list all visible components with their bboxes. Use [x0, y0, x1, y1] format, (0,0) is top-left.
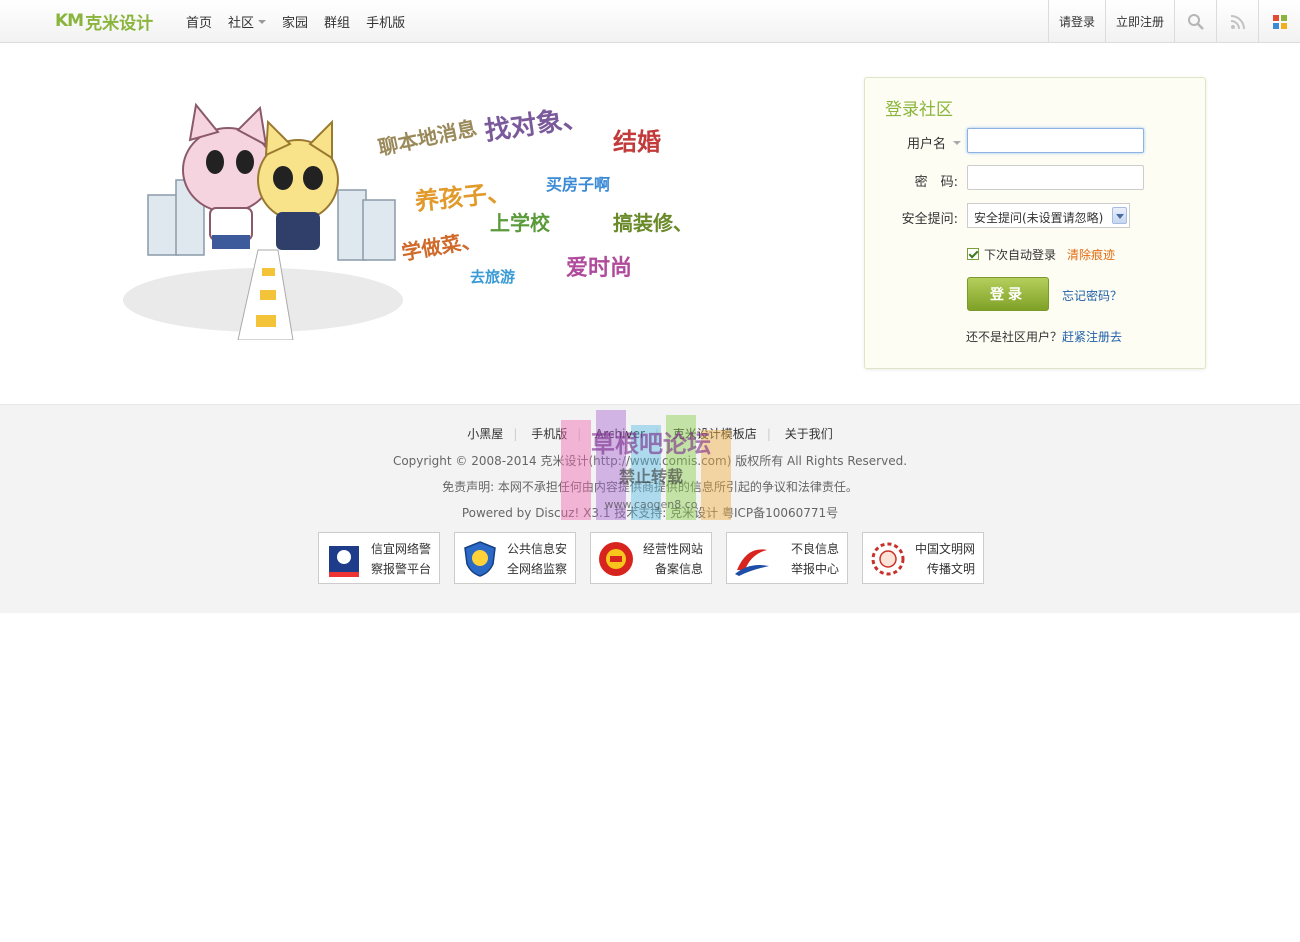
badge-report-line1: 不良信息 [790, 542, 839, 556]
footer-link-about[interactable]: 关于我们 [785, 427, 833, 441]
user-nav: 请登录 立即注册 [1047, 0, 1300, 43]
phrase-buy-house: 买房子啊 [546, 175, 610, 194]
username-label: 用户名 [906, 137, 946, 152]
site-logo[interactable]: KM 克米设计 [55, 10, 154, 34]
certification-badges: 信宜网络警察报警平台 公共信息安全网络监察 经营性网站备案信息 不良信息举报中心… [318, 532, 984, 584]
phrase-cook: 学做菜、 [400, 227, 483, 265]
register-now-link[interactable]: 赶紧注册去 [1062, 330, 1122, 344]
badge-civility-line2: 传播文明 [926, 562, 975, 576]
badge-report-line2: 举报中心 [790, 562, 839, 576]
badge-business-line1: 经营性网站 [642, 542, 703, 556]
badge-security-line2: 全网络监察 [506, 562, 567, 576]
phrase-marry: 结婚 [613, 128, 661, 156]
login-title: 登录社区 [885, 100, 953, 120]
username-input[interactable] [967, 128, 1144, 153]
badge-civility-line1: 中国文明网 [914, 542, 975, 556]
footer: 小黑屋 | 手机版 | Archiver | 克米设计模板店 | 关于我们 Copyri… [0, 404, 1300, 613]
chevron-down-icon [258, 19, 267, 24]
phrase-chat: 聊本地消息 [376, 116, 479, 160]
rss-icon [1230, 14, 1245, 29]
chevron-down-icon [953, 140, 961, 145]
register-link[interactable]: 立即注册 [1104, 0, 1174, 43]
yellow-cat-icon [257, 119, 339, 250]
login-button[interactable]: 登录 [967, 277, 1049, 311]
nav-mobile[interactable]: 手机版 [366, 12, 405, 31]
security-question-select[interactable]: 安全提问(未设置请忽略) [967, 203, 1130, 228]
badge-civility[interactable]: 中国文明网传播文明 [862, 532, 984, 584]
badge-business-line2: 备案信息 [654, 562, 703, 576]
nav-community-label: 社区 [228, 16, 255, 31]
security-question-value: 安全提问(未设置请忽略) [974, 211, 1104, 225]
remember-checkbox[interactable] [967, 248, 979, 260]
footer-link-mobile[interactable]: 手机版 [531, 427, 567, 441]
copyright-text: Copyright © 2008-2014 克米设计(http://www.co… [392, 454, 908, 468]
not-member-text: 还不是社区用户？ [966, 330, 1063, 344]
powered-by-text: Powered by Discuz! X3.1 技术支持: 克米设计 粤ICP备… [461, 506, 839, 520]
security-question-label: 安全提问: [901, 212, 958, 227]
username-label-select[interactable]: 用户名 [901, 133, 961, 152]
apps-icon [1272, 14, 1287, 29]
badge-police-line2: 察报警平台 [370, 562, 431, 576]
emblem-icon [599, 542, 633, 576]
badge-police-line1: 信宜网络警 [370, 542, 431, 556]
main-nav: 首页 社区 家园 群组 手机版 [186, 12, 405, 31]
phrase-date: 找对象、 [483, 102, 590, 147]
footer-link-template-store[interactable]: 克米设计模板店 [673, 427, 757, 441]
chevron-down-icon [1112, 207, 1127, 224]
badge-business[interactable]: 经营性网站备案信息 [590, 532, 712, 584]
login-link[interactable]: 请登录 [1047, 0, 1105, 43]
nav-home-space[interactable]: 家园 [282, 12, 308, 31]
apps-button[interactable] [1258, 0, 1300, 43]
search-button[interactable] [1174, 0, 1216, 43]
nav-community[interactable]: 社区 [228, 12, 267, 31]
footer-link-archiver[interactable]: Archiver [595, 427, 645, 441]
register-prompt: 还不是社区用户？赶紧注册去 [966, 328, 1122, 345]
top-navbar: KM 克米设计 首页 社区 家园 群组 手机版 请登录 立即注册 [0, 0, 1300, 43]
phrase-travel: 去旅游 [470, 268, 515, 286]
clear-traces-link[interactable]: 清除痕迹 [1067, 246, 1115, 263]
badge-security-line1: 公共信息安 [506, 542, 567, 556]
police-icon [329, 546, 359, 577]
rss-button[interactable] [1216, 0, 1258, 43]
logo-mark: KM [55, 11, 84, 31]
footer-links: 小黑屋 | 手机版 | Archiver | 克米设计模板店 | 关于我们 [467, 427, 833, 441]
password-input[interactable] [967, 165, 1144, 190]
nav-home[interactable]: 首页 [186, 12, 212, 31]
report-icon [735, 549, 769, 576]
phrase-school: 上学校 [490, 211, 551, 235]
shield-icon [464, 541, 496, 577]
logo-text: 克米设计 [85, 13, 154, 34]
footer-link-blacklist[interactable]: 小黑屋 [467, 427, 503, 441]
badge-report[interactable]: 不良信息 举报中心 [726, 532, 848, 584]
phrase-renovate: 搞装修、 [613, 211, 693, 235]
remember-label: 下次自动登录 [984, 248, 1057, 262]
disclaimer-text: 免责声明: 本网不承担任何由内容提供商提供的信息所引起的争议和法律责任。 [442, 480, 858, 494]
search-icon [1187, 13, 1204, 30]
badge-security[interactable]: 公共信息安全网络监察 [454, 532, 576, 584]
nav-groups[interactable]: 群组 [324, 12, 350, 31]
phrase-fashion: 爱时尚 [566, 256, 632, 281]
forgot-password-link[interactable]: 忘记密码？ [1062, 287, 1122, 304]
login-panel: 登录社区 用户名 密 码: 安全提问: 安全提问(未设置请忽略) 下次自动登录 … [864, 77, 1206, 369]
password-label: 密 码: [914, 175, 958, 190]
civility-icon [871, 542, 905, 576]
community-banner-illustration: 聊本地消息 找对象、 结婚 养孩子、 买房子啊 上学校 搞装修、 学做菜、 去旅… [123, 102, 693, 340]
badge-police[interactable]: 信宜网络警察报警平台 [318, 532, 440, 584]
